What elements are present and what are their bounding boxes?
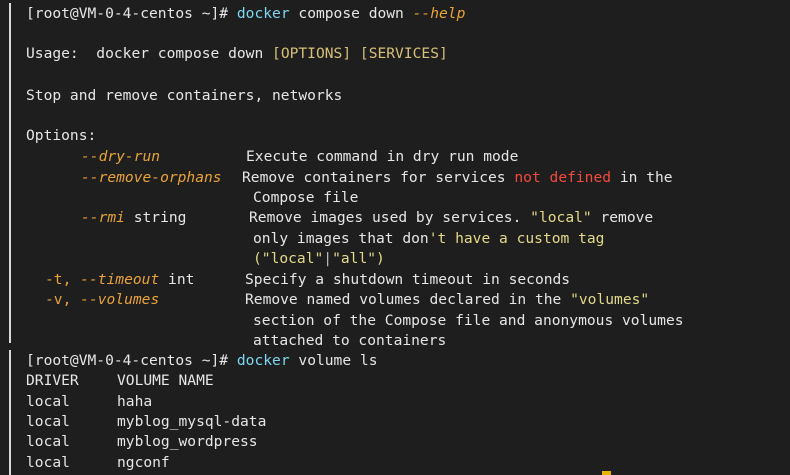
table-cell-volume-name: myblog_wordpress	[117, 433, 258, 450]
usage-line: Usage: docker compose down [OPTIONS] [SE…	[26, 44, 448, 64]
command-args: volume ls	[298, 352, 378, 369]
option-flag-dry-run: --dry-run	[81, 148, 161, 165]
option-desc-remove-orphans: Remove containers for services not defin…	[242, 169, 673, 186]
table-cell-driver: local	[26, 393, 70, 410]
table-cell-driver: local	[26, 433, 70, 450]
session-gutter-bar	[9, 350, 11, 475]
option-flag-timeout: -t, --timeout int	[45, 271, 195, 288]
option-desc-continuation: Compose file	[253, 189, 359, 206]
option-desc-volumes: Remove named volumes declared in the "vo…	[245, 291, 650, 308]
option-desc-rmi: Remove images used by services. "local" …	[249, 209, 654, 226]
shell-prompt: [root@VM-0-4-centos ~]#	[26, 5, 229, 22]
table-cell-volume-name: haha	[117, 393, 153, 410]
shell-prompt: [root@VM-0-4-centos ~]#	[26, 352, 229, 369]
prompt-line: [root@VM-0-4-centos ~]# docker volume ls	[26, 351, 377, 371]
session-gutter-bar	[9, 3, 11, 343]
usage-label: Usage:	[26, 45, 79, 62]
option-desc-continuation: only images that don't have a custom tag	[253, 230, 605, 247]
prompt-line: [root@VM-0-4-centos ~]# docker compose d…	[26, 4, 465, 24]
option-flag-volumes: -v, --volumes	[45, 291, 160, 308]
options-label: Options:	[26, 127, 97, 144]
description-line: Stop and remove containers, networks	[26, 87, 343, 104]
table-cell-volume-name: ngconf	[117, 454, 170, 471]
usage-services: [SERVICES]	[359, 45, 448, 62]
terminal-cursor	[602, 471, 611, 475]
command-args: compose down	[298, 5, 404, 22]
option-flag-rmi: --rmi string	[81, 209, 187, 226]
table-header-driver: DRIVER	[26, 372, 79, 389]
table-cell-driver: local	[26, 454, 70, 471]
option-flag-remove-orphans: --remove-orphans	[81, 169, 222, 186]
table-cell-driver: local	[26, 413, 70, 430]
table-header-volume-name: VOLUME NAME	[117, 372, 214, 389]
option-desc-timeout: Specify a shutdown timeout in seconds	[245, 271, 571, 288]
option-desc-continuation: attached to containers	[253, 332, 447, 349]
command-word: docker	[236, 352, 290, 369]
command-flag: --help	[412, 5, 466, 22]
usage-options: [OPTIONS]	[272, 45, 352, 62]
option-desc-continuation: section of the Compose file and anonymou…	[253, 312, 684, 329]
option-desc-continuation: ("local"|"all")	[253, 250, 385, 267]
usage-command: docker compose down	[96, 45, 264, 62]
terminal-window[interactable]: { "session1": { "prompt": "[root@VM-0-4-…	[0, 0, 790, 475]
table-cell-volume-name: myblog_mysql-data	[117, 413, 267, 430]
option-desc-dry-run: Execute command in dry run mode	[246, 148, 519, 165]
command-word: docker	[236, 5, 290, 22]
